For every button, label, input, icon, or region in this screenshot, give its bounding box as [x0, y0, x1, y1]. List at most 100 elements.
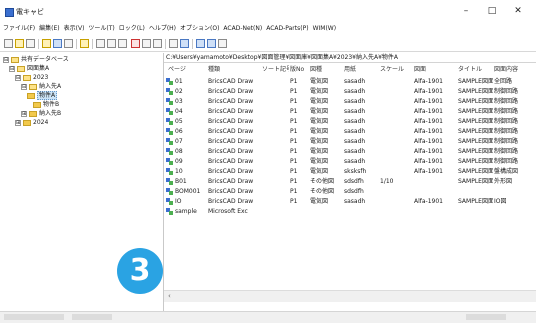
table-cell[interactable]: P1: [290, 127, 309, 136]
table-cell[interactable]: [494, 187, 536, 196]
column-header[interactable]: 図種: [310, 65, 343, 74]
table-cell[interactable]: 電気図: [310, 127, 343, 136]
table-cell[interactable]: 制御回路: [494, 87, 536, 96]
table-cell[interactable]: 09: [175, 157, 205, 166]
table-cell[interactable]: sasadh: [344, 197, 378, 206]
table-cell[interactable]: [262, 77, 289, 86]
table-cell[interactable]: Alfa-1901: [414, 87, 456, 96]
table-cell[interactable]: [458, 207, 493, 216]
close-button[interactable]: ✕: [506, 4, 530, 18]
table-cell[interactable]: [380, 157, 413, 166]
table-cell[interactable]: 1/10: [380, 177, 413, 186]
paste-icon[interactable]: [118, 39, 127, 48]
table-cell[interactable]: [262, 107, 289, 116]
table-cell[interactable]: Alfa-1901: [414, 127, 456, 136]
table-cell[interactable]: P1: [290, 187, 309, 196]
table-cell[interactable]: その他図: [310, 177, 343, 186]
table-cell[interactable]: SAMPLE図面: [458, 177, 493, 186]
table-cell[interactable]: [310, 207, 343, 216]
menu-item[interactable]: ACAD-Net(N): [221, 23, 264, 35]
menu-item[interactable]: 表示(V): [62, 23, 87, 35]
table-cell[interactable]: BricsCAD Draw: [208, 177, 260, 186]
table-cell[interactable]: SAMPLE図面: [458, 137, 493, 146]
table-cell[interactable]: P1: [290, 117, 309, 126]
table-cell[interactable]: P1: [290, 137, 309, 146]
table-cell[interactable]: sasadh: [344, 127, 378, 136]
table-cell[interactable]: sasadh: [344, 107, 378, 116]
table-cell[interactable]: [380, 117, 413, 126]
table-cell[interactable]: [262, 147, 289, 156]
table-cell[interactable]: [262, 207, 289, 216]
copy-icon[interactable]: [107, 39, 116, 48]
table-cell[interactable]: [262, 117, 289, 126]
table-cell[interactable]: 電気図: [310, 97, 343, 106]
table-cell[interactable]: BricsCAD Draw: [208, 187, 260, 196]
table-cell[interactable]: 04: [175, 107, 205, 116]
table-cell[interactable]: [262, 127, 289, 136]
table-cell[interactable]: sksksfh: [344, 167, 378, 176]
table-cell[interactable]: [262, 187, 289, 196]
table-cell[interactable]: sasadh: [344, 87, 378, 96]
list-view-icon[interactable]: [196, 39, 205, 48]
table-cell[interactable]: [380, 77, 413, 86]
table-cell[interactable]: 06: [175, 127, 205, 136]
column-header[interactable]: 図面内容: [494, 65, 536, 74]
table-cell[interactable]: P1: [290, 167, 309, 176]
view-icon[interactable]: [180, 39, 189, 48]
table-cell[interactable]: Alfa-1901: [414, 77, 456, 86]
table-cell[interactable]: sdsdfh: [344, 187, 378, 196]
tree-toggle-icon[interactable]: ⊟: [21, 83, 27, 90]
menu-item[interactable]: ツール(T): [86, 23, 116, 35]
table-cell[interactable]: [380, 137, 413, 146]
table-cell[interactable]: BricsCAD Draw: [208, 137, 260, 146]
table-cell[interactable]: BricsCAD Draw: [208, 107, 260, 116]
table-cell[interactable]: 制御回路: [494, 117, 536, 126]
table-cell[interactable]: [414, 187, 456, 196]
table-cell[interactable]: [262, 157, 289, 166]
table-cell[interactable]: [262, 87, 289, 96]
copy-folder-icon[interactable]: [26, 39, 35, 48]
horizontal-scrollbar[interactable]: ‹: [164, 290, 536, 302]
table-cell[interactable]: BOM001: [175, 187, 205, 196]
table-cell[interactable]: SAMPLE図面: [458, 107, 493, 116]
table-cell[interactable]: 電気図: [310, 157, 343, 166]
table-cell[interactable]: 盤構成図: [494, 167, 536, 176]
tree-item[interactable]: ⊞ 2024: [15, 118, 48, 127]
table-cell[interactable]: 07: [175, 137, 205, 146]
sort-icon[interactable]: [153, 39, 162, 48]
table-cell[interactable]: [262, 177, 289, 186]
table-cell[interactable]: SAMPLE図面: [458, 167, 493, 176]
table-cell[interactable]: sasadh: [344, 137, 378, 146]
table-cell[interactable]: [380, 187, 413, 196]
table-cell[interactable]: [380, 87, 413, 96]
tree-item[interactable]: ⊞ 納入先B: [21, 109, 61, 118]
table-cell[interactable]: [380, 167, 413, 176]
table-cell[interactable]: [380, 127, 413, 136]
menu-item[interactable]: オプション(O): [178, 23, 221, 35]
table-cell[interactable]: SAMPLE図面: [458, 87, 493, 96]
table-cell[interactable]: [262, 167, 289, 176]
table-cell[interactable]: SAMPLE図面: [458, 157, 493, 166]
table-cell[interactable]: sasadh: [344, 147, 378, 156]
menu-item[interactable]: ファイル(F): [0, 23, 37, 35]
table-cell[interactable]: 電気図: [310, 87, 343, 96]
table-cell[interactable]: P1: [290, 97, 309, 106]
column-header[interactable]: ページ: [168, 65, 206, 74]
table-cell[interactable]: [380, 207, 413, 216]
table-cell[interactable]: SAMPLE図面: [458, 117, 493, 126]
table-cell[interactable]: [262, 197, 289, 206]
tree-item[interactable]: 物件A: [27, 91, 58, 100]
menu-item[interactable]: WIM(W): [311, 23, 339, 35]
table-cell[interactable]: P1: [290, 77, 309, 86]
table-cell[interactable]: Microsoft Exc: [208, 207, 260, 216]
tree-toggle-icon[interactable]: ⊞: [21, 110, 27, 117]
table-cell[interactable]: 制御回路: [494, 127, 536, 136]
table-cell[interactable]: [290, 207, 309, 216]
column-header[interactable]: 図面: [414, 65, 456, 74]
table-cell[interactable]: P1: [290, 197, 309, 206]
table-cell[interactable]: P1: [290, 147, 309, 156]
table-cell[interactable]: 電気図: [310, 147, 343, 156]
table-cell[interactable]: Alfa-1901: [414, 197, 456, 206]
table-cell[interactable]: 制御回路: [494, 97, 536, 106]
tree-item[interactable]: ⊟ 納入先A: [21, 82, 61, 91]
